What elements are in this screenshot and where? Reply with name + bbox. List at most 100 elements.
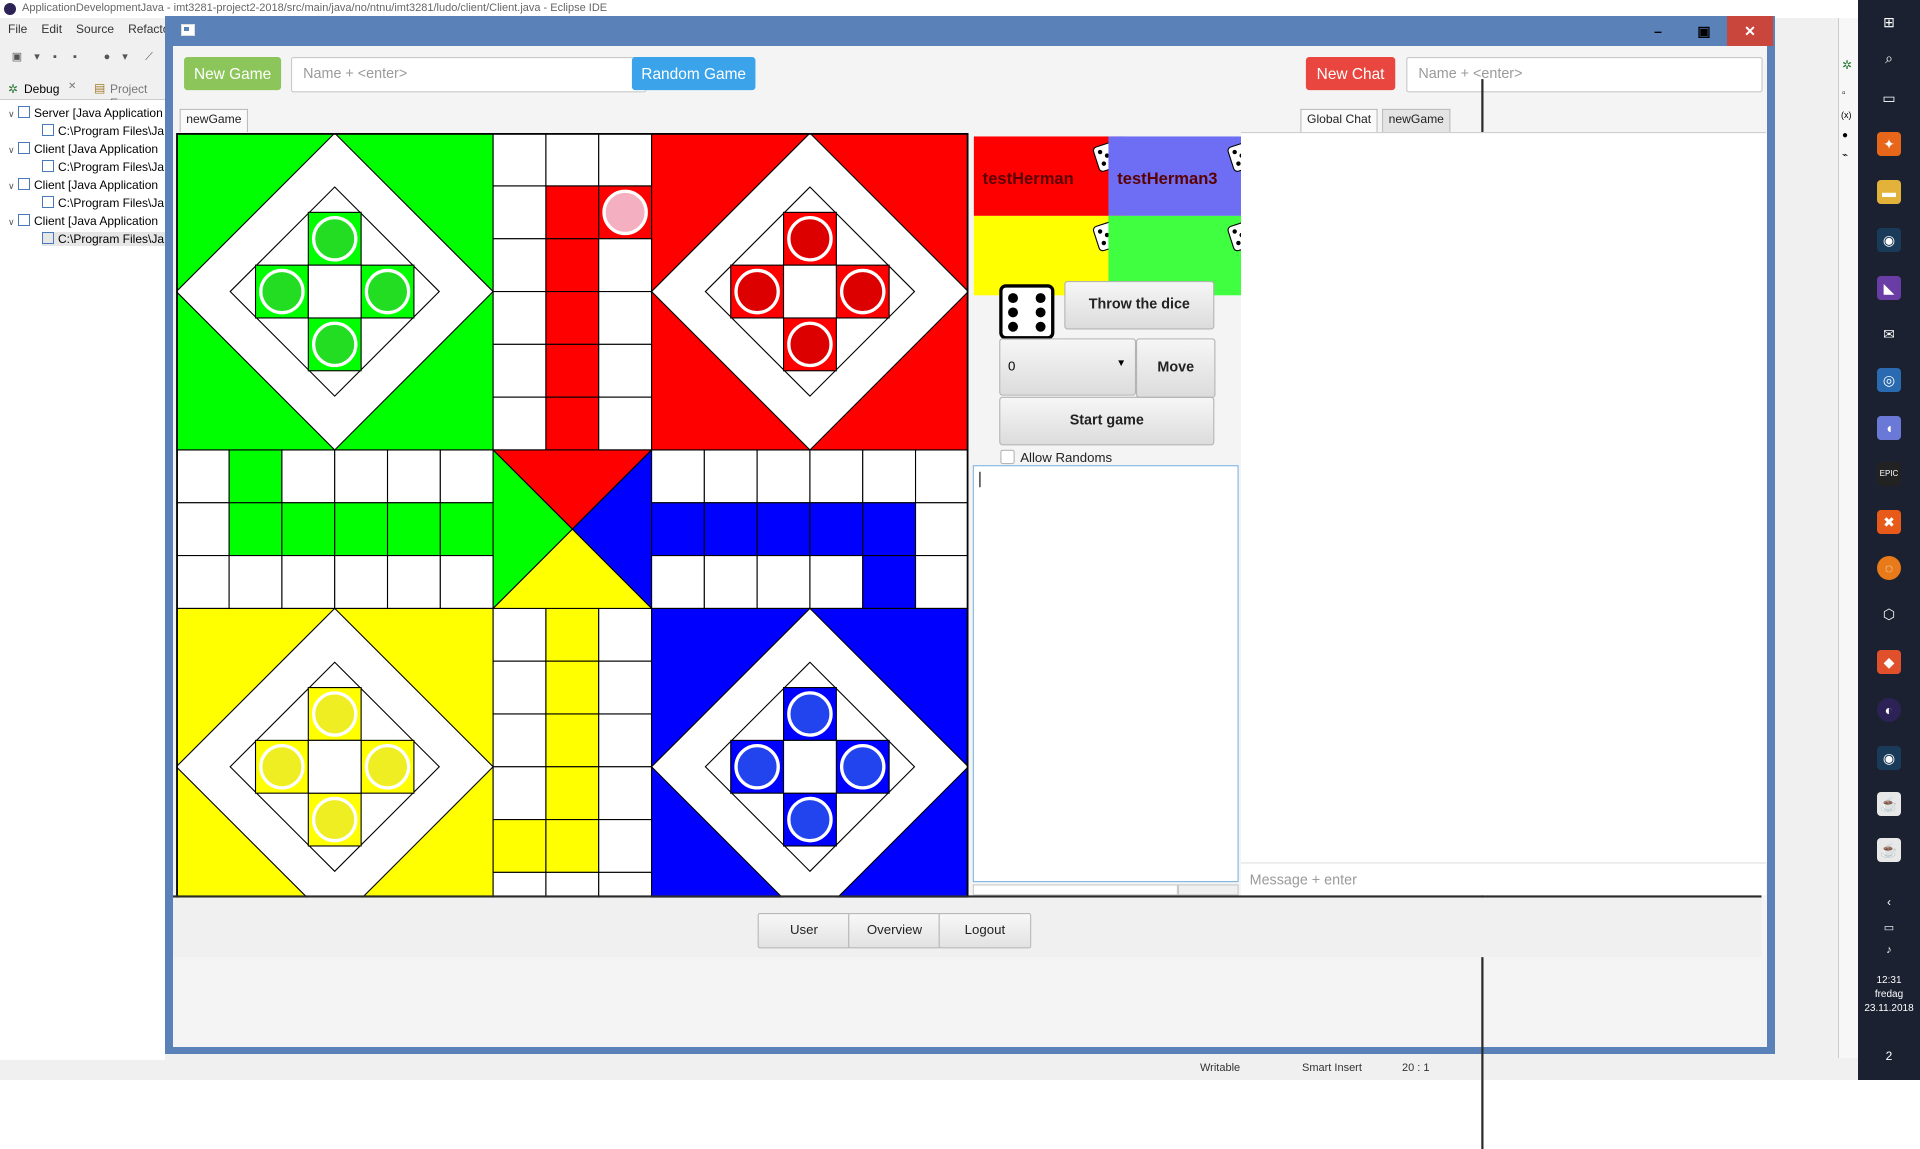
menu-refactor[interactable]: Refacto	[128, 22, 169, 36]
tree-item-client[interactable]: ∨ Client [Java Application	[8, 178, 168, 192]
ludo-board-graphic[interactable]	[176, 133, 969, 926]
debug-perspective-icon[interactable]: ✲	[1842, 58, 1852, 72]
dropdown-icon[interactable]: ▾	[30, 50, 44, 64]
tree-item-client[interactable]: ∨ Client [Java Application	[8, 214, 168, 228]
java-icon[interactable]: ☕	[1877, 792, 1901, 816]
volume-icon[interactable]: ♪	[1877, 938, 1901, 962]
tray-clock[interactable]: 12:31 fredag 23.11.2018	[1858, 974, 1920, 1016]
game-chat-send-button[interactable]	[1177, 884, 1239, 896]
start-game-button[interactable]: Start game	[999, 396, 1215, 446]
restore-icon[interactable]: ▫	[1842, 88, 1846, 99]
maximize-button[interactable]: ▣	[1681, 16, 1727, 46]
search-icon[interactable]: ⌕	[1877, 46, 1901, 70]
task-view-icon[interactable]: ▭	[1877, 86, 1901, 110]
menu-edit[interactable]: Edit	[41, 22, 62, 36]
save-all-icon[interactable]: ▪	[68, 50, 82, 64]
skip-breakpoints-icon[interactable]: ⟋	[142, 50, 156, 64]
move-button[interactable]: Move	[1136, 338, 1216, 398]
tree-item-server[interactable]: ∨ Server [Java Application	[8, 106, 168, 120]
git-icon[interactable]: ◆	[1877, 650, 1901, 674]
new-file-icon[interactable]: ▣	[10, 50, 24, 64]
run-icon[interactable]: ●	[100, 50, 114, 64]
move-select[interactable]: 0 ▼	[999, 338, 1137, 396]
new-game-name-input[interactable]: Name + <enter>	[291, 57, 647, 93]
track-cell	[281, 555, 336, 609]
collapse-arrow-icon[interactable]: ∨	[8, 217, 18, 228]
tab-debug[interactable]: Debug	[24, 82, 59, 96]
expressions-icon[interactable]: ⌁	[1842, 150, 1848, 161]
global-chat-area[interactable]	[1240, 132, 1766, 863]
notification-icon[interactable]: 2	[1877, 1044, 1901, 1068]
debug-tree: ∨ Server [Java Application C:\Program Fil…	[0, 100, 202, 1060]
player-token-green	[311, 321, 358, 368]
chat-message-input[interactable]: Message + enter	[1240, 862, 1766, 896]
menu-source[interactable]: Source	[76, 22, 114, 36]
epic-games-icon[interactable]: EPIC	[1877, 462, 1901, 486]
debug-view-tabs: ✲ Debug ✕ ▤ Project Exp	[0, 78, 170, 110]
process-icon	[42, 232, 54, 244]
home-center-cell	[782, 739, 837, 794]
minimize-button[interactable]: –	[1635, 16, 1681, 46]
chevron-left-icon[interactable]: ‹	[1877, 890, 1901, 914]
new-chat-name-input[interactable]: Name + <enter>	[1406, 57, 1763, 93]
file-explorer-icon[interactable]: ▬	[1877, 180, 1901, 204]
track-cell	[492, 291, 547, 345]
random-game-button[interactable]: Random Game	[631, 57, 756, 91]
app-icon	[181, 24, 195, 36]
close-icon[interactable]: ✕	[68, 81, 76, 92]
discord-icon[interactable]: ◖	[1877, 416, 1901, 440]
collapse-arrow-icon[interactable]: ∨	[8, 181, 18, 192]
visual-studio-icon[interactable]: ◣	[1877, 276, 1901, 300]
track-cell	[914, 555, 969, 609]
virtualbox-icon[interactable]: ⬡	[1877, 602, 1901, 626]
close-button[interactable]: ✕	[1727, 16, 1773, 46]
eclipse-icon[interactable]: ◐	[1877, 698, 1901, 722]
overview-button[interactable]: Overview	[848, 913, 941, 949]
tab-global-chat[interactable]: Global Chat	[1300, 108, 1378, 133]
steam-icon[interactable]: ◉	[1877, 228, 1901, 252]
logout-button[interactable]: Logout	[938, 913, 1032, 949]
browser-icon[interactable]: ◎	[1877, 368, 1901, 392]
steam-icon[interactable]: ◉	[1877, 746, 1901, 770]
new-game-button[interactable]: New Game	[184, 57, 282, 91]
track-cell	[650, 502, 705, 557]
throw-dice-button[interactable]: Throw the dice	[1064, 280, 1215, 330]
status-writable: Writable	[1200, 1062, 1241, 1074]
variables-icon[interactable]: (x)	[1841, 110, 1852, 120]
mail-icon[interactable]: ✉	[1877, 322, 1901, 346]
xampp-icon[interactable]: ✖	[1877, 510, 1901, 534]
save-icon[interactable]: ▪	[48, 50, 62, 64]
windows-start-icon[interactable]: ⊞	[1877, 10, 1901, 34]
java-app-icon	[18, 106, 30, 118]
track-cell	[598, 133, 653, 187]
track-cell	[545, 660, 600, 715]
game-chat-input[interactable]	[972, 884, 1178, 896]
user-button[interactable]: User	[757, 913, 851, 949]
new-chat-button[interactable]: New Chat	[1305, 57, 1396, 91]
process-icon	[42, 160, 54, 172]
tree-item-client[interactable]: ∨ Client [Java Application	[8, 142, 168, 156]
track-cell	[756, 502, 811, 557]
tab-newgame-chat[interactable]: newGame	[1382, 108, 1451, 133]
dropdown-icon[interactable]: ▾	[118, 50, 132, 64]
track-cell	[914, 449, 969, 504]
tab-newgame[interactable]: newGame	[179, 108, 249, 133]
menu-file[interactable]: File	[8, 22, 27, 36]
ubuntu-icon[interactable]: ◌	[1877, 556, 1901, 580]
allow-randoms-checkbox[interactable]	[1000, 449, 1015, 465]
track-cell	[492, 819, 547, 873]
collapse-arrow-icon[interactable]: ∨	[8, 109, 18, 120]
collapse-arrow-icon[interactable]: ∨	[8, 145, 18, 156]
clock-date: 23.11.2018	[1864, 1003, 1914, 1014]
java-icon[interactable]: ☕	[1877, 838, 1901, 862]
battery-icon[interactable]: ▭	[1877, 916, 1901, 940]
avast-icon[interactable]: ✦	[1877, 132, 1901, 156]
ludo-title-bar[interactable]: – ▣ ✕	[165, 16, 1775, 46]
status-insert-mode: Smart Insert	[1302, 1062, 1362, 1074]
game-chat-area[interactable]	[972, 465, 1239, 883]
track-cell	[650, 449, 705, 504]
track-cell	[545, 343, 600, 398]
breakpoints-icon[interactable]: ●	[1842, 130, 1848, 141]
player-token-green	[364, 268, 411, 315]
player-token-yellow	[311, 796, 358, 843]
